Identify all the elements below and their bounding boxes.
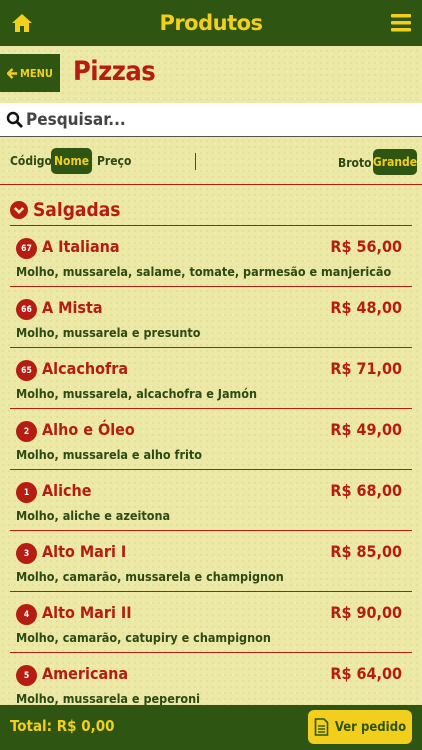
list-item[interactable]: 4 Alto Mari II R$ 90,00 Molho, camarão, … <box>10 592 412 653</box>
sort-divider <box>195 153 196 170</box>
item-name: A Mista <box>42 298 103 317</box>
item-number-badge: 5 <box>16 665 37 686</box>
list-item[interactable]: 3 Alto Mari I R$ 85,00 Molho, camarão, m… <box>10 531 412 592</box>
item-name: Aliche <box>42 481 92 500</box>
size-broto[interactable]: Broto <box>338 156 372 170</box>
category-title: Pizzas <box>73 56 156 87</box>
item-price: R$ 85,00 <box>330 542 402 561</box>
search-icon <box>6 111 23 128</box>
item-name: Alho e Óleo <box>42 420 135 439</box>
item-number-badge: 4 <box>16 604 37 625</box>
category-header: MENU Pizzas <box>0 46 422 102</box>
item-description: Molho, mussarela e peperoni <box>16 691 200 706</box>
list-item[interactable]: 67 A Italiana R$ 56,00 Molho, mussarela,… <box>10 226 412 287</box>
sort-controls: Código Nome Preço Broto Grande <box>0 137 422 185</box>
search-input[interactable] <box>26 109 406 130</box>
item-description: Molho, mussarela, alcachofra e Jamón <box>16 386 257 401</box>
search-bar <box>0 103 422 137</box>
item-price: R$ 90,00 <box>330 603 402 622</box>
list-item[interactable]: 65 Alcachofra R$ 71,00 Molho, mussarela,… <box>10 348 412 409</box>
item-price: R$ 64,00 <box>330 664 402 683</box>
back-menu-label: MENU <box>20 66 53 80</box>
item-description: Molho, mussarela e alho frito <box>16 447 202 462</box>
item-name: Alto Mari I <box>42 542 127 561</box>
sort-by-name-button[interactable]: Nome <box>51 148 92 174</box>
item-number-badge: 3 <box>16 543 37 564</box>
page-header-title: Produtos <box>159 11 263 35</box>
item-description: Molho, aliche e azeitona <box>16 508 171 523</box>
item-description: Molho, camarão, mussarela e champignon <box>16 569 284 584</box>
chevron-down-circle-icon <box>10 201 28 219</box>
order-total: Total: R$ 0,00 <box>10 717 115 735</box>
item-description: Molho, camarão, catupiry e champignon <box>16 630 271 645</box>
item-price: R$ 68,00 <box>330 481 402 500</box>
view-order-label: Ver pedido <box>334 719 407 735</box>
arrow-left-icon <box>7 67 18 79</box>
item-price: R$ 48,00 <box>330 298 402 317</box>
cart-footer: Total: R$ 0,00 Ver pedido <box>0 705 422 750</box>
section-title: Salgadas <box>33 199 121 221</box>
document-icon <box>314 718 329 736</box>
item-name: Americana <box>42 664 129 683</box>
product-list: 67 A Italiana R$ 56,00 Molho, mussarela,… <box>10 226 412 714</box>
item-description: Molho, mussarela, salame, tomate, parmes… <box>16 264 392 279</box>
item-number-badge: 65 <box>16 360 37 381</box>
sort-by-price[interactable]: Preço <box>97 154 131 168</box>
list-item[interactable]: 66 A Mista R$ 48,00 Molho, mussarela e p… <box>10 287 412 348</box>
item-name: A Italiana <box>42 237 120 256</box>
view-order-button[interactable]: Ver pedido <box>308 710 412 744</box>
sort-by-code[interactable]: Código <box>10 154 52 168</box>
list-item[interactable]: 2 Alho e Óleo R$ 49,00 Molho, mussarela … <box>10 409 412 470</box>
item-number-badge: 67 <box>16 238 37 259</box>
item-name: Alto Mari II <box>42 603 132 622</box>
item-number-badge: 66 <box>16 299 37 320</box>
list-item[interactable]: 1 Aliche R$ 68,00 Molho, aliche e azeito… <box>10 470 412 531</box>
size-grande-button[interactable]: Grande <box>373 149 417 175</box>
item-name: Alcachofra <box>42 359 129 378</box>
hamburger-menu-icon[interactable] <box>390 12 412 34</box>
section-salgadas[interactable]: Salgadas <box>10 195 412 225</box>
item-price: R$ 71,00 <box>330 359 402 378</box>
item-price: R$ 56,00 <box>330 237 402 256</box>
item-number-badge: 2 <box>16 421 37 442</box>
item-description: Molho, mussarela e presunto <box>16 325 201 340</box>
back-to-menu-button[interactable]: MENU <box>0 54 60 92</box>
home-icon[interactable] <box>10 11 34 35</box>
top-bar: Produtos <box>0 0 422 46</box>
item-price: R$ 49,00 <box>330 420 402 439</box>
item-number-badge: 1 <box>16 482 37 503</box>
